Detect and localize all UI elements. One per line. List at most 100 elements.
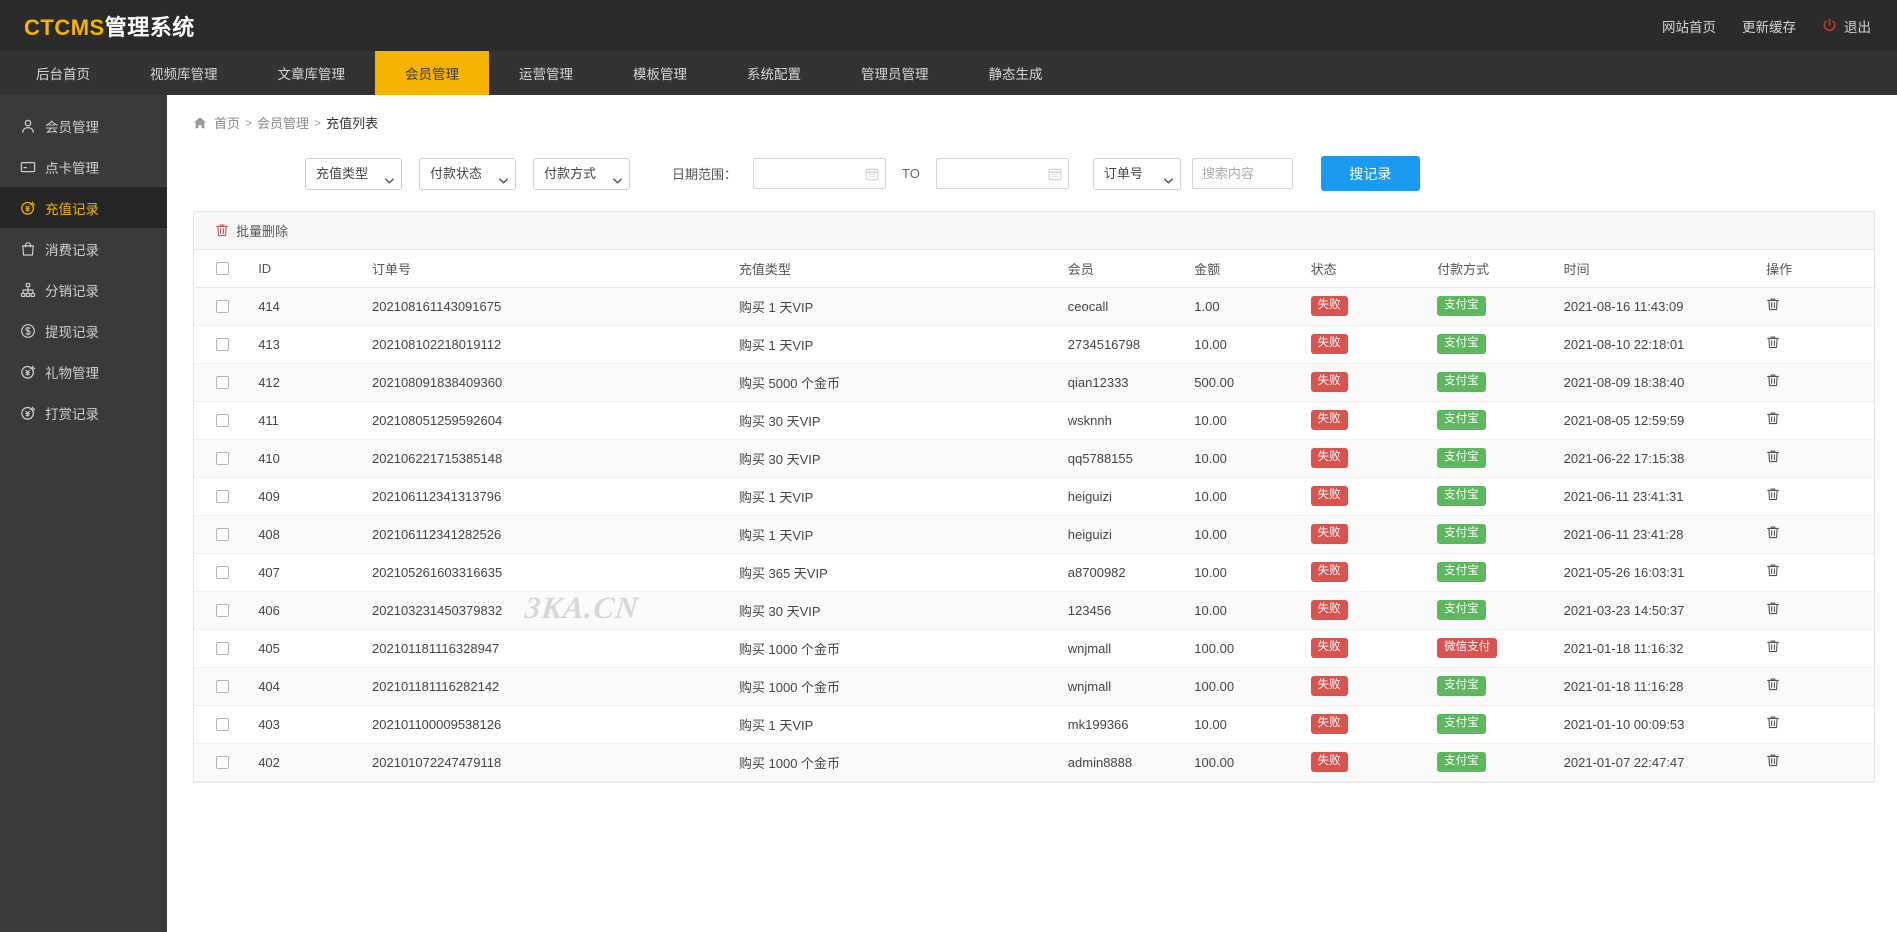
row-select-cell	[194, 363, 253, 402]
row-checkbox[interactable]	[216, 489, 229, 503]
trash-icon[interactable]	[1766, 639, 1780, 654]
table-row[interactable]: 410 202106221715385148 购买 30 天VIP qq5788155…	[194, 439, 1874, 478]
refresh-cache-link[interactable]: 更新缓存	[1742, 16, 1796, 36]
cell-status: 失败	[1304, 629, 1432, 668]
cell-type: 购买 1 天VIP	[732, 325, 1062, 364]
trash-icon[interactable]	[1766, 487, 1780, 502]
row-checkbox[interactable]	[216, 755, 229, 769]
nav-item-8[interactable]: 静态生成	[959, 51, 1073, 95]
cell-amount: 500.00	[1188, 363, 1305, 402]
trash-icon[interactable]	[1766, 601, 1780, 616]
sidebar-item-1[interactable]: 点卡管理	[0, 146, 167, 187]
trash-icon[interactable]	[1766, 449, 1780, 464]
search-input[interactable]	[1191, 158, 1293, 189]
row-checkbox[interactable]	[216, 641, 229, 655]
site-home-link[interactable]: 网站首页	[1662, 16, 1716, 36]
trash-icon[interactable]	[1766, 563, 1780, 578]
nav-item-5[interactable]: 模板管理	[603, 51, 717, 95]
table-row[interactable]: 408 202106112341282526 购买 1 天VIP heiguizi 10…	[194, 515, 1874, 554]
sidebar-item-2[interactable]: 充值记录	[0, 187, 167, 228]
row-select-cell	[194, 629, 253, 668]
table-row[interactable]: 411 202108051259592604 购买 30 天VIP wsknnh 10.…	[194, 401, 1874, 440]
trash-icon[interactable]	[1766, 411, 1780, 426]
nav-item-1[interactable]: 视频库管理	[120, 51, 248, 95]
cell-id: 410	[252, 439, 367, 478]
sidebar-item-0[interactable]: 会员管理	[0, 105, 167, 146]
search-field-select[interactable]: 订单号	[1092, 157, 1181, 190]
cell-user: qian12333	[1061, 363, 1189, 402]
pay-status-select-wrap: 付款状态	[419, 157, 516, 190]
cell-id: 413	[252, 325, 367, 364]
cell-id: 402	[252, 743, 367, 782]
row-checkbox[interactable]	[216, 451, 229, 465]
table-row[interactable]: 409 202106112341313796 购买 1 天VIP heiguizi 10…	[194, 477, 1874, 516]
nav-item-4[interactable]: 运营管理	[489, 51, 603, 95]
cell-actions	[1760, 287, 1874, 326]
row-select-cell	[194, 743, 253, 782]
nav-item-7[interactable]: 管理员管理	[831, 51, 959, 95]
cell-id: 404	[252, 667, 367, 706]
recharge-type-select[interactable]: 充值类型	[305, 157, 402, 190]
pay-method-select[interactable]: 付款方式	[533, 157, 630, 190]
row-checkbox[interactable]	[216, 413, 229, 427]
row-select-cell	[194, 325, 253, 364]
date-from-wrap	[753, 158, 887, 189]
trash-icon[interactable]	[1766, 753, 1780, 768]
status-badge: 失败	[1310, 600, 1348, 620]
trash-icon[interactable]	[1766, 373, 1780, 388]
trash-icon[interactable]	[1766, 715, 1780, 730]
pay-method-badge: 支付宝	[1437, 714, 1486, 734]
table-row[interactable]: 413 202108102218019112 购买 1 天VIP 2734516798…	[194, 325, 1874, 364]
nav-item-0[interactable]: 后台首页	[6, 51, 120, 95]
table-row[interactable]: 402 202101072247479118 购买 1000 个金币 admin888…	[194, 743, 1874, 782]
table-row[interactable]: 403 202101100009538126 购买 1 天VIP mk199366 10…	[194, 705, 1874, 744]
row-checkbox[interactable]	[216, 527, 229, 541]
cell-amount: 1.00	[1188, 287, 1305, 326]
th-op: 操作	[1760, 250, 1874, 288]
cell-order: 202106221715385148	[366, 439, 733, 478]
row-checkbox[interactable]	[216, 717, 229, 731]
row-checkbox[interactable]	[216, 299, 229, 313]
table-row[interactable]: 404 202101181116282142 购买 1000 个金币 wnjmall 1…	[194, 667, 1874, 706]
search-button[interactable]: 搜记录	[1320, 156, 1420, 191]
cell-pay: 支付宝	[1431, 667, 1558, 706]
sidebar-item-3[interactable]: 消费记录	[0, 228, 167, 269]
breadcrumb-item-member[interactable]: 会员管理	[257, 113, 309, 132]
row-checkbox[interactable]	[216, 375, 229, 389]
cell-type: 购买 365 天VIP	[732, 553, 1062, 592]
pay-status-select[interactable]: 付款状态	[419, 157, 516, 190]
table-row[interactable]: 414 202108161143091675 购买 1 天VIP ceocall 1.0…	[194, 287, 1874, 326]
sidebar-item-5[interactable]: 提现记录	[0, 310, 167, 351]
table-row[interactable]: 405 202101181116328947 购买 1000 个金币 wnjmall 1…	[194, 629, 1874, 668]
trash-icon[interactable]	[1766, 335, 1780, 350]
date-to-input[interactable]	[935, 158, 1069, 189]
logo-text-en: CTCMS	[24, 14, 105, 40]
cell-amount: 100.00	[1188, 743, 1305, 782]
row-checkbox[interactable]	[216, 679, 229, 693]
breadcrumb-item-home[interactable]: 首页	[214, 113, 240, 132]
date-from-input[interactable]	[753, 158, 887, 189]
nav-item-6[interactable]: 系统配置	[717, 51, 831, 95]
trash-icon[interactable]	[1766, 297, 1780, 312]
sidebar-item-7[interactable]: 打赏记录	[0, 392, 167, 433]
sidebar-item-6[interactable]: 礼物管理	[0, 351, 167, 392]
cell-status: 失败	[1304, 591, 1432, 630]
table-row[interactable]: 412 202108091838409360 购买 5000 个金币 qian1233…	[194, 363, 1874, 402]
table-row[interactable]: 406 202103231450379832 购买 30 天VIP 123456 10.…	[194, 591, 1874, 630]
sidebar-item-label: 消费记录	[45, 242, 99, 258]
select-all-checkbox[interactable]	[216, 261, 229, 275]
row-checkbox[interactable]	[216, 603, 229, 617]
th-status: 状态	[1304, 250, 1432, 288]
breadcrumb-separator: >	[314, 115, 322, 130]
logout-button[interactable]: 退出	[1822, 16, 1871, 36]
nav-item-3[interactable]: 会员管理	[375, 51, 489, 95]
table-row[interactable]: 407 202105261603316635 购买 365 天VIP a8700982…	[194, 553, 1874, 592]
sidebar-item-4[interactable]: 分销记录	[0, 269, 167, 310]
trash-icon[interactable]	[1766, 525, 1780, 540]
nav-item-2[interactable]: 文章库管理	[248, 51, 376, 95]
trash-icon[interactable]	[1766, 677, 1780, 692]
app-logo[interactable]: CTCMS管理系统	[24, 10, 195, 42]
row-checkbox[interactable]	[216, 337, 229, 351]
row-checkbox[interactable]	[216, 565, 229, 579]
bulk-delete-button[interactable]: 批量删除	[215, 221, 288, 240]
